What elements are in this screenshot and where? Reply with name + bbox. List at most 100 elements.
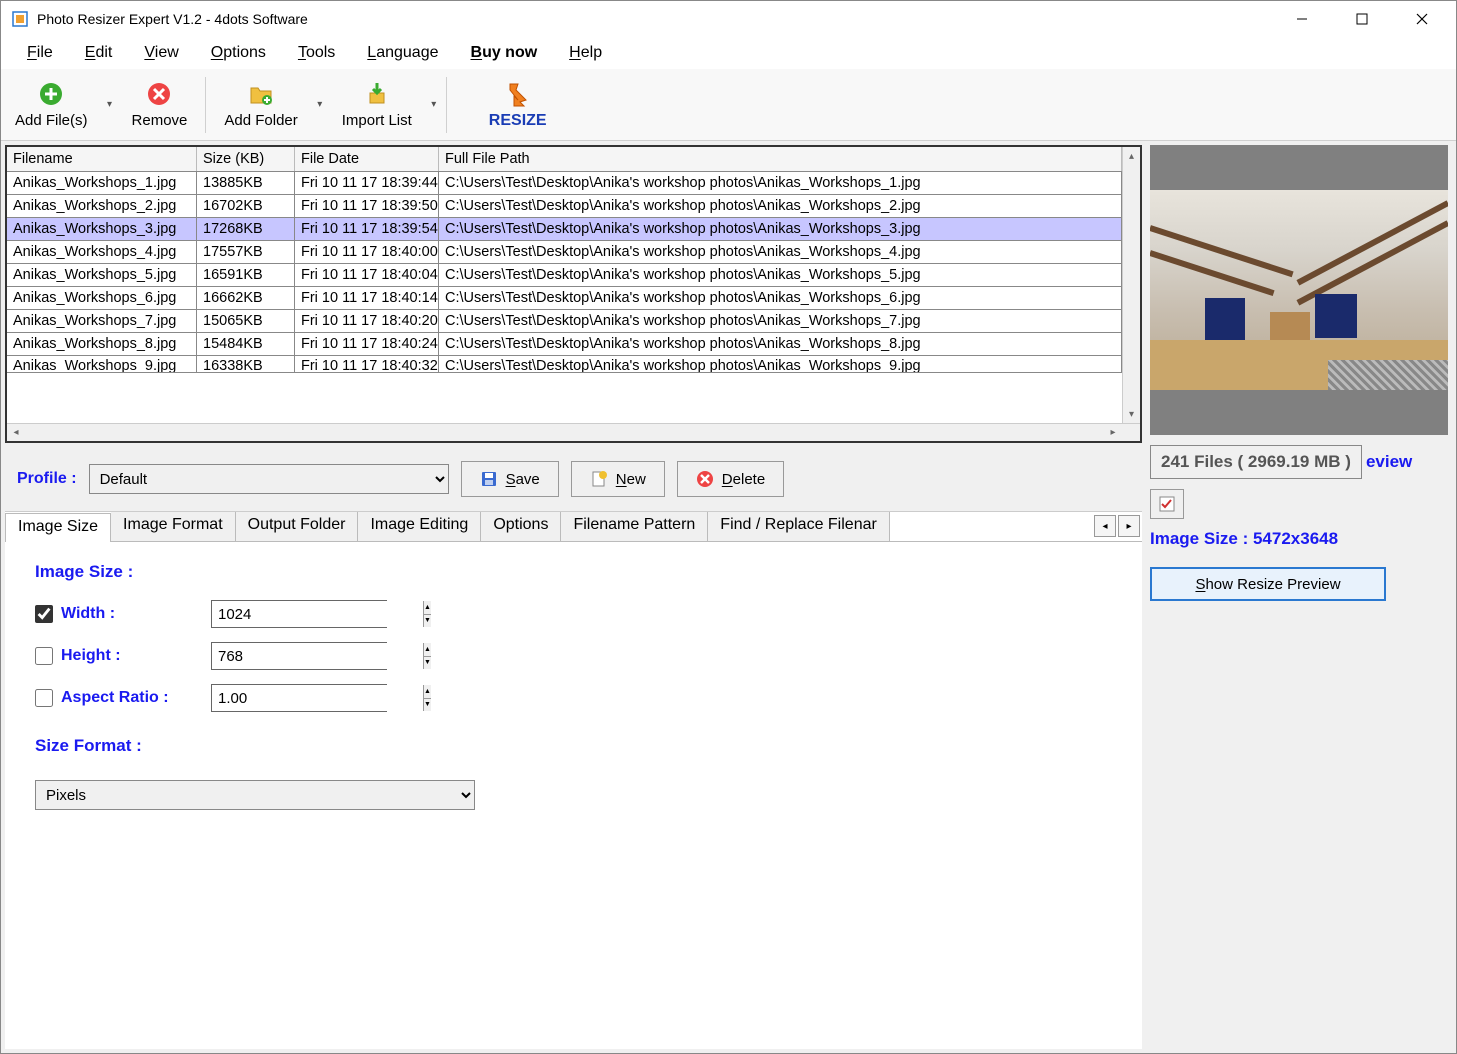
import-list-button[interactable]: Import List [328,71,426,139]
tabs-scroll-left[interactable]: ◂ [1094,515,1116,537]
width-label: Width : [61,605,211,623]
size-format-select[interactable]: Pixels [35,780,475,810]
preview-image [1150,190,1448,390]
import-list-dropdown[interactable]: ▾ [426,71,442,139]
tab-output-folder[interactable]: Output Folder [236,512,359,541]
add-folder-button[interactable]: Add Folder [210,71,311,139]
menu-file[interactable]: File [11,40,69,66]
cell-size: 16338KB [197,356,295,372]
cell-name: Anikas_Workshops_8.jpg [7,333,197,355]
menu-bar: File Edit View Options Tools Language Bu… [1,37,1456,69]
resize-button[interactable]: RESIZE [451,71,585,139]
tab-image-editing[interactable]: Image Editing [358,512,481,541]
header-filename[interactable]: Filename [7,147,197,171]
menu-edit[interactable]: Edit [69,40,129,66]
aspect-step-down[interactable]: ▼ [424,699,431,712]
resize-arrow-icon [504,80,532,108]
menu-tools[interactable]: Tools [282,40,351,66]
height-checkbox[interactable] [35,647,53,665]
show-resize-preview-button[interactable]: Show Resize Preview [1150,567,1386,601]
table-header-row: Filename Size (KB) File Date Full File P… [7,147,1122,172]
aspect-step-up[interactable]: ▲ [424,685,431,699]
header-path[interactable]: Full File Path [439,147,1122,171]
width-input[interactable] [212,601,423,627]
cell-date: Fri 10 11 17 18:40:14 [295,287,439,309]
menu-language[interactable]: Language [351,40,454,66]
folder-plus-icon [247,80,275,108]
cell-date: Fri 10 11 17 18:39:44 [295,172,439,194]
tab-panel-image-size: Image Size : Width : ▲▼ Height : [5,542,1142,1049]
plus-circle-icon [37,80,65,108]
add-files-button[interactable]: Add File(s) [1,71,102,139]
tab-image-format[interactable]: Image Format [111,512,236,541]
tab-image-size[interactable]: Image Size [5,513,111,542]
maximize-button[interactable] [1332,1,1392,37]
table-row[interactable]: Anikas_Workshops_7.jpg15065KBFri 10 11 1… [7,310,1122,333]
cell-date: Fri 10 11 17 18:40:20 [295,310,439,332]
cell-size: 17268KB [197,218,295,240]
menu-options[interactable]: Options [195,40,282,66]
tab-filename-pattern[interactable]: Filename Pattern [561,512,708,541]
minimize-button[interactable] [1272,1,1332,37]
checklist-icon-button[interactable] [1150,489,1184,519]
cell-name: Anikas_Workshops_7.jpg [7,310,197,332]
height-step-up[interactable]: ▲ [424,643,431,657]
cell-size: 16591KB [197,264,295,286]
profile-save-button[interactable]: Save [461,461,559,497]
right-column: 241 Files ( 2969.19 MB ) eview Image Siz… [1146,141,1456,1053]
cell-name: Anikas_Workshops_5.jpg [7,264,197,286]
image-dimensions-label: Image Size : 5472x3648 [1150,529,1448,549]
table-row[interactable]: Anikas_Workshops_1.jpg13885KBFri 10 11 1… [7,172,1122,195]
height-spinner: ▲▼ [211,642,387,670]
profile-delete-button[interactable]: Delete [677,461,784,497]
width-step-down[interactable]: ▼ [424,615,431,628]
table-row[interactable]: Anikas_Workshops_6.jpg16662KBFri 10 11 1… [7,287,1122,310]
app-icon [11,10,29,28]
cell-size: 13885KB [197,172,295,194]
add-files-dropdown[interactable]: ▾ [102,71,118,139]
scroll-down-arrow[interactable]: ▾ [1123,405,1140,423]
table-row[interactable]: Anikas_Workshops_5.jpg16591KBFri 10 11 1… [7,264,1122,287]
preview-overflow-text: eview [1366,452,1412,472]
cell-size: 16662KB [197,287,295,309]
menu-view[interactable]: View [128,40,194,66]
aspect-input[interactable] [212,685,423,711]
tabs-scroll-right[interactable]: ▸ [1118,515,1140,537]
height-input[interactable] [212,643,423,669]
height-step-down[interactable]: ▼ [424,657,431,670]
image-size-section-label: Image Size : [35,562,1112,582]
horizontal-scrollbar[interactable]: ◂ ▸ [7,423,1140,441]
close-button[interactable] [1392,1,1452,37]
cell-size: 17557KB [197,241,295,263]
header-size[interactable]: Size (KB) [197,147,295,171]
profile-new-button[interactable]: New [571,461,665,497]
cell-date: Fri 10 11 17 18:40:24 [295,333,439,355]
scroll-up-arrow[interactable]: ▴ [1123,147,1140,165]
aspect-checkbox[interactable] [35,689,53,707]
width-checkbox[interactable] [35,605,53,623]
aspect-spinner: ▲▼ [211,684,387,712]
table-row[interactable]: Anikas_Workshops_2.jpg16702KBFri 10 11 1… [7,195,1122,218]
scroll-right-arrow[interactable]: ▸ [1104,427,1122,438]
profile-select[interactable]: Default [89,464,449,494]
cell-date: Fri 10 11 17 18:39:50 [295,195,439,217]
cell-path: C:\Users\Test\Desktop\Anika's workshop p… [439,310,1122,332]
menu-help[interactable]: Help [553,40,618,66]
tab-find-replace-filenar[interactable]: Find / Replace Filenar [708,512,890,541]
save-disk-icon [480,470,498,488]
table-row[interactable]: Anikas_Workshops_4.jpg17557KBFri 10 11 1… [7,241,1122,264]
table-row[interactable]: Anikas_Workshops_8.jpg15484KBFri 10 11 1… [7,333,1122,356]
vertical-scrollbar[interactable]: ▴ ▾ [1122,147,1140,423]
new-doc-icon [590,470,608,488]
scroll-left-arrow[interactable]: ◂ [7,427,25,438]
tab-options[interactable]: Options [481,512,561,541]
remove-button[interactable]: Remove [118,71,202,139]
left-column: Filename Size (KB) File Date Full File P… [1,141,1146,1053]
header-date[interactable]: File Date [295,147,439,171]
menu-buy-now[interactable]: Buy now [455,40,554,66]
table-row[interactable]: Anikas_Workshops_9.jpg16338KBFri 10 11 1… [7,356,1122,373]
table-row[interactable]: Anikas_Workshops_3.jpg17268KBFri 10 11 1… [7,218,1122,241]
cell-path: C:\Users\Test\Desktop\Anika's workshop p… [439,264,1122,286]
width-step-up[interactable]: ▲ [424,601,431,615]
add-folder-dropdown[interactable]: ▾ [312,71,328,139]
